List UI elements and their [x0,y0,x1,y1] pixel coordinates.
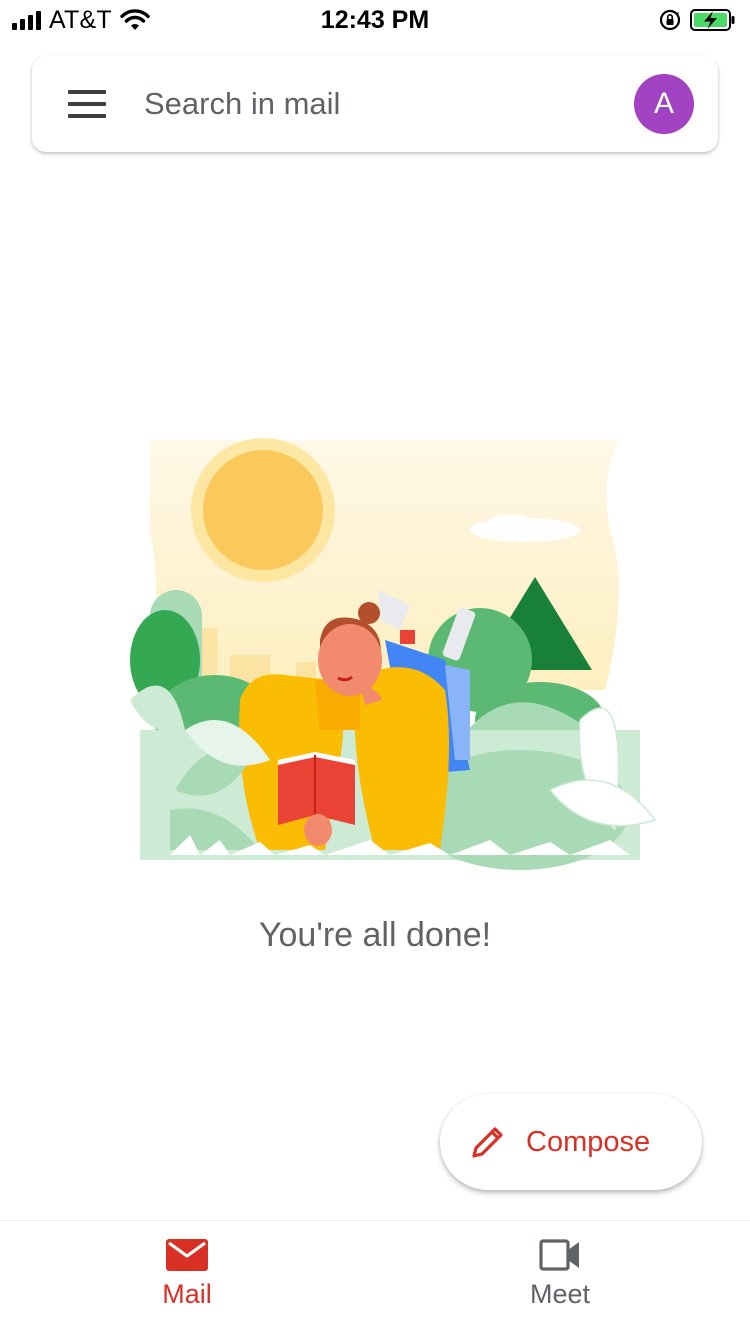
battery-charging-icon [690,9,735,31]
status-right [658,6,736,34]
compose-button[interactable]: Compose [440,1094,702,1190]
mail-icon [166,1239,208,1271]
nav-item-mail[interactable]: Mail [87,1239,287,1310]
nav-item-meet[interactable]: Meet [460,1239,660,1310]
hamburger-menu-icon[interactable] [62,86,112,122]
pencil-icon [472,1127,503,1158]
empty-state-message: You're all done! [258,916,492,954]
account-avatar[interactable]: A [634,74,694,134]
avatar-letter: A [653,87,674,120]
nav-label-meet: Meet [529,1279,591,1309]
person-reading-illustration [130,438,657,870]
search-input[interactable] [144,78,604,130]
nav-label-mail: Mail [162,1279,212,1309]
status-time: 12:43 PM [320,6,430,34]
status-bar: AT&T 12:43 PM [0,0,750,40]
bottom-navigation: Mail Meet [0,1220,750,1334]
compose-label: Compose [526,1125,651,1158]
orientation-lock-icon [659,9,681,31]
search-bar[interactable]: A [32,56,718,152]
video-camera-icon [539,1239,579,1271]
